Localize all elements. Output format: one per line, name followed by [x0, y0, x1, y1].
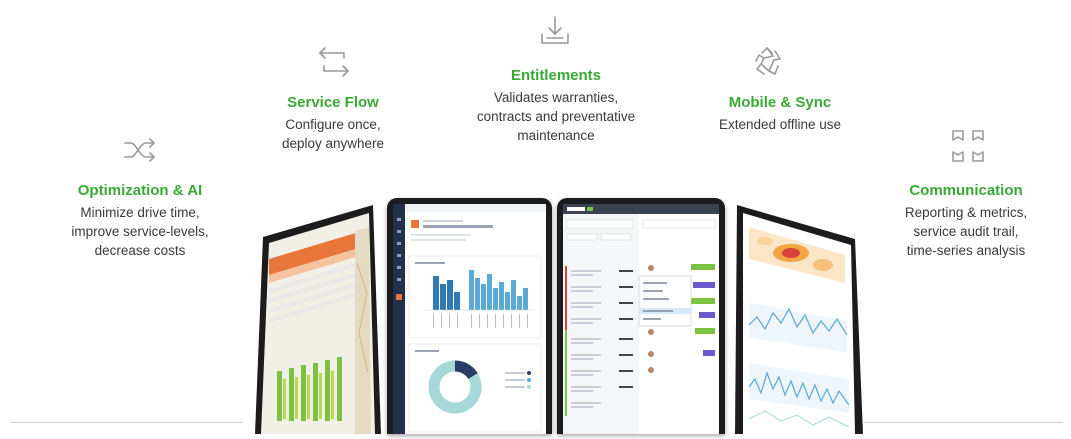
- dispatch-board-screen: [563, 204, 719, 434]
- shuffle-icon: [122, 135, 158, 165]
- description-line: service audit trail,: [913, 224, 1019, 239]
- description-line: Configure once,: [285, 117, 381, 132]
- feature-description: Reporting & metrics, service audit trail…: [866, 203, 1066, 260]
- download-tray-icon: [538, 14, 572, 48]
- feature-description: Validates warranties, contracts and prev…: [446, 88, 666, 145]
- analytics-heatmap-screen: [735, 205, 863, 434]
- tablet-analytics: [735, 203, 863, 434]
- feature-entitlements: Entitlements Validates warranties, contr…: [446, 66, 666, 145]
- grid-squares-icon: [949, 128, 989, 164]
- feature-title: Communication: [909, 182, 1023, 199]
- tablet-scheduler: [255, 203, 383, 434]
- description-line: Extended offline use: [718, 117, 842, 132]
- feature-title: Service Flow: [287, 94, 379, 111]
- description-line: deploy anywhere: [281, 136, 385, 151]
- feature-title: Entitlements: [510, 67, 601, 84]
- feature-description: Extended offline use: [690, 115, 870, 134]
- divider-left: [10, 422, 243, 423]
- arrows-exchange-icon: [316, 45, 352, 79]
- scheduler-map-screen: [255, 205, 381, 434]
- description-line: decrease costs: [94, 243, 186, 258]
- description-line: contracts and preventative: [476, 109, 636, 124]
- divider-right: [864, 422, 1063, 423]
- feature-title: Optimization & AI: [77, 182, 203, 199]
- description-line: maintenance: [517, 128, 595, 143]
- tablet-dispatch: [557, 198, 725, 434]
- performance-metrics-screen: [393, 204, 546, 434]
- description-line: time-series analysis: [906, 243, 1026, 258]
- recycle-icon: [751, 44, 787, 80]
- tablet-performance: [387, 198, 552, 434]
- feature-service-flow: Service Flow Configure once, deploy anyw…: [243, 93, 423, 153]
- feature-description: Configure once, deploy anywhere: [243, 115, 423, 153]
- description-line: Validates warranties,: [493, 90, 619, 105]
- feature-description: Minimize drive time, improve service-lev…: [40, 203, 240, 260]
- description-line: Minimize drive time,: [80, 205, 200, 220]
- feature-title: Mobile & Sync: [728, 94, 832, 111]
- description-line: improve service-levels,: [71, 224, 209, 239]
- feature-communication: Communication Reporting & metrics, servi…: [866, 181, 1066, 260]
- feature-mobile-sync: Mobile & Sync Extended offline use: [690, 93, 870, 134]
- description-line: Reporting & metrics,: [904, 205, 1028, 220]
- feature-optimization: Optimization & AI Minimize drive time, i…: [40, 181, 240, 260]
